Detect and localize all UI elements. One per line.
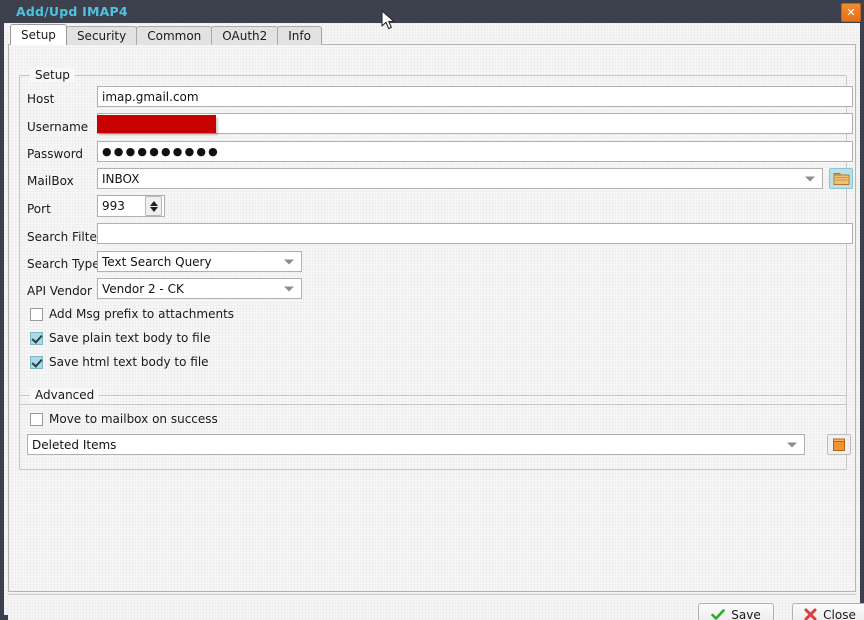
checkbox-label: Save plain text body to file — [49, 331, 211, 345]
mailbox-label: MailBox — [27, 174, 74, 188]
checkbox-save-plain-text[interactable]: Save plain text body to file — [30, 331, 210, 345]
search-filter-input[interactable] — [97, 223, 853, 244]
port-spinner-buttons[interactable] — [145, 196, 162, 216]
password-label: Password — [27, 147, 84, 161]
advanced-group-legend: Advanced — [30, 388, 100, 402]
window-title: Add/Upd IMAP4 — [16, 4, 128, 19]
mailbox-combo[interactable]: INBOX — [97, 168, 823, 189]
dialog-window: Add/Upd IMAP4 ✕ Setup Security Common OA… — [0, 0, 864, 620]
close-button[interactable]: Close — [792, 603, 864, 620]
tab-info[interactable]: Info — [277, 26, 322, 45]
host-label: Host — [27, 92, 55, 106]
mailbox-browse-button[interactable] — [829, 168, 853, 189]
username-label: Username — [27, 120, 89, 134]
save-button-label: Save — [731, 608, 760, 620]
close-rest: lose — [831, 607, 856, 620]
close-accel: C — [823, 607, 832, 620]
tab-common[interactable]: Common — [136, 26, 213, 45]
tab-oauth2[interactable]: OAuth2 — [211, 26, 279, 45]
port-stepper[interactable]: 993 — [97, 195, 165, 217]
check-icon — [711, 608, 726, 620]
checkbox-label: Add Msg prefix to attachments — [49, 307, 235, 321]
port-label: Port — [27, 202, 51, 216]
window-close-button[interactable]: ✕ — [841, 3, 861, 22]
password-input[interactable]: ●●●●●●●●●● — [97, 141, 853, 162]
chevron-down-icon — [787, 442, 797, 447]
checkbox-box[interactable] — [30, 307, 43, 321]
folder-icon — [833, 172, 849, 185]
advanced-mailbox-combo[interactable]: Deleted Items — [27, 434, 805, 455]
save-rest: ave — [738, 607, 761, 620]
tab-panel-setup: Setup Host imap.gmail.com Username Passw… — [8, 44, 856, 592]
port-value: 993 — [102, 199, 125, 213]
checkbox-label: Save html text body to file — [49, 355, 209, 369]
save-accel: S — [731, 607, 739, 620]
dialog-button-bar: Save Close — [8, 594, 864, 620]
tab-setup[interactable]: Setup — [10, 24, 67, 45]
folder-icon — [833, 438, 845, 451]
search-type-label: Search Type — [27, 257, 100, 271]
checkbox-save-html-text[interactable]: Save html text body to file — [30, 355, 209, 369]
setup-group-legend: Setup — [30, 68, 75, 82]
tab-strip: Setup Security Common OAuth2 Info — [10, 24, 322, 45]
checkbox-label: Move to mailbox on success — [49, 412, 218, 426]
advanced-mailbox-browse-button[interactable] — [827, 434, 851, 455]
close-button-label: Close — [823, 608, 856, 620]
search-type-value: Text Search Query — [102, 254, 212, 269]
title-bar: Add/Upd IMAP4 ✕ — [0, 0, 864, 23]
spinner-up-icon[interactable] — [149, 200, 158, 206]
api-vendor-combo[interactable]: Vendor 2 - CK — [97, 278, 302, 299]
save-button[interactable]: Save — [698, 603, 774, 620]
mailbox-combo-value: INBOX — [102, 171, 140, 186]
host-input[interactable]: imap.gmail.com — [97, 86, 853, 107]
checkbox-add-msg-prefix[interactable]: Add Msg prefix to attachments — [30, 307, 234, 321]
api-vendor-value: Vendor 2 - CK — [102, 281, 184, 296]
chevron-down-icon — [284, 286, 294, 291]
x-icon — [804, 608, 817, 620]
advanced-mailbox-value: Deleted Items — [32, 437, 117, 452]
spinner-down-icon[interactable] — [149, 206, 158, 212]
checkbox-move-to-mailbox[interactable]: Move to mailbox on success — [30, 412, 218, 426]
tab-security[interactable]: Security — [65, 26, 138, 45]
close-icon: ✕ — [846, 6, 856, 19]
chevron-down-icon — [805, 176, 815, 181]
checkbox-box[interactable] — [30, 331, 43, 345]
search-type-combo[interactable]: Text Search Query — [97, 251, 302, 272]
api-vendor-label: API Vendor — [27, 284, 92, 298]
search-filter-label: Search Filter — [27, 230, 102, 244]
checkbox-box[interactable] — [30, 355, 43, 369]
dialog-client-area: Setup Security Common OAuth2 Info Setup … — [4, 23, 864, 620]
username-redaction-block — [97, 115, 216, 133]
checkbox-box[interactable] — [30, 412, 43, 426]
chevron-down-icon — [284, 259, 294, 264]
advanced-group: Advanced — [19, 388, 847, 470]
